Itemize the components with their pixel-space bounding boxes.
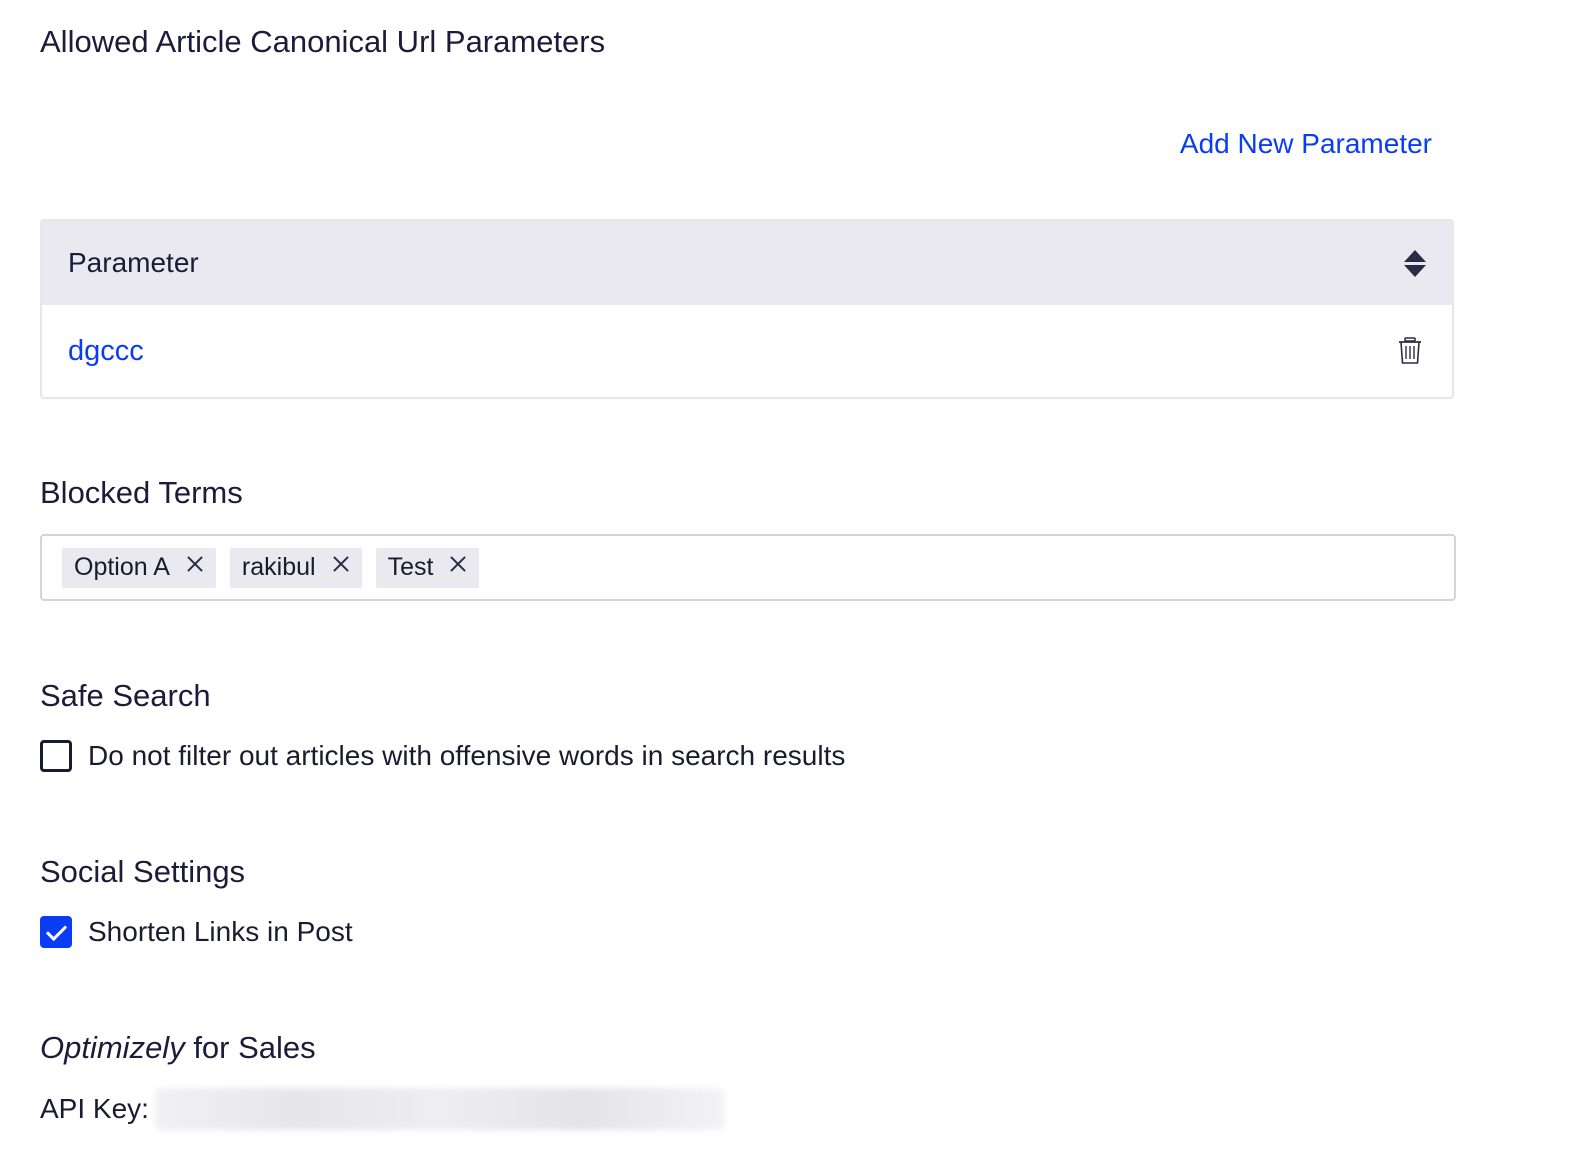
tag: rakibul xyxy=(229,547,362,588)
api-key-value-redacted xyxy=(154,1088,725,1130)
tag-label: Option A xyxy=(74,553,170,581)
parameter-link[interactable]: dgccc xyxy=(68,335,144,368)
tag-label: rakibul xyxy=(241,553,316,581)
table-row: dgccc xyxy=(42,305,1452,397)
safe-search-checkbox[interactable] xyxy=(40,740,72,772)
safe-search-label: Do not filter out articles with offensiv… xyxy=(88,740,846,771)
close-icon[interactable] xyxy=(449,555,467,573)
sort-down-icon xyxy=(1404,264,1426,277)
parameters-table: Parameter dgccc xyxy=(40,219,1454,399)
canonical-params-title: Allowed Article Canonical Url Parameters xyxy=(40,24,606,59)
sort-icon[interactable] xyxy=(1404,248,1426,278)
sort-up-icon xyxy=(1404,249,1426,262)
table-header: Parameter xyxy=(42,221,1452,305)
shorten-links-checkbox[interactable] xyxy=(40,916,72,948)
column-header-parameter[interactable]: Parameter xyxy=(68,247,199,279)
api-key-row: API Key: xyxy=(40,1088,725,1130)
optimizely-brand: Optimizely xyxy=(40,1030,185,1065)
safe-search-option[interactable]: Do not filter out articles with offensiv… xyxy=(40,740,845,772)
shorten-links-label: Shorten Links in Post xyxy=(88,916,353,947)
optimizely-title: Optimizely for Sales xyxy=(40,1030,316,1066)
tag: Test xyxy=(375,547,480,588)
trash-icon[interactable] xyxy=(1398,337,1422,365)
close-icon[interactable] xyxy=(332,555,350,573)
close-icon[interactable] xyxy=(186,555,204,573)
optimizely-title-rest: for Sales xyxy=(184,1030,316,1065)
safe-search-title: Safe Search xyxy=(40,678,211,713)
shorten-links-option[interactable]: Shorten Links in Post xyxy=(40,916,353,948)
social-settings-title: Social Settings xyxy=(40,854,246,889)
blocked-terms-title: Blocked Terms xyxy=(40,475,243,510)
tag-label: Test xyxy=(387,553,434,581)
tag: Option A xyxy=(62,547,216,588)
add-new-parameter-button[interactable]: Add New Parameter xyxy=(1180,128,1432,160)
blocked-terms-input[interactable]: Option A rakibul Test xyxy=(40,534,1456,601)
api-key-label: API Key: xyxy=(40,1093,149,1124)
